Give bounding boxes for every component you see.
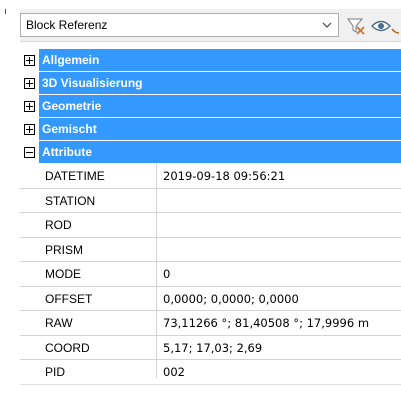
grid-bottom-divider	[20, 384, 401, 385]
row-gutter	[20, 335, 39, 359]
property-name: DATETIME	[39, 164, 157, 188]
collapse-minus-icon[interactable]	[24, 146, 35, 158]
property-row[interactable]: MODE 0	[20, 262, 401, 287]
category-allgemein[interactable]: Allgemein	[20, 49, 401, 72]
expand-plus-icon[interactable]	[24, 100, 35, 112]
category-gutter	[20, 141, 39, 163]
property-name: PID	[39, 360, 157, 378]
category-gutter	[20, 49, 39, 71]
property-value[interactable]: 0	[157, 262, 401, 286]
property-value[interactable]: 5,17; 17,03; 2,69	[157, 336, 401, 360]
category-gutter	[20, 95, 39, 117]
property-row[interactable]: ROD	[20, 213, 401, 238]
property-name: MODE	[39, 262, 157, 286]
row-gutter	[20, 213, 39, 237]
splitter-mark	[5, 9, 6, 14]
property-name: STATION	[39, 188, 157, 212]
row-gutter	[20, 164, 39, 188]
row-gutter	[20, 360, 39, 378]
properties-toolbar: Block Referenz	[20, 9, 401, 42]
property-grid: Allgemein 3D Visualisierung Geometrie Ge…	[20, 49, 401, 378]
row-gutter	[20, 311, 39, 335]
property-value[interactable]: 0,0000; 0,0000; 0,0000	[157, 287, 401, 311]
property-name: PRISM	[39, 237, 157, 261]
category-label: Attribute	[42, 145, 92, 159]
property-value[interactable]: 002	[157, 360, 401, 378]
property-row[interactable]: STATION	[20, 188, 401, 213]
category-label: 3D Visualisierung	[42, 76, 143, 90]
category-label: Geometrie	[42, 99, 102, 113]
category-label: Allgemein	[42, 53, 100, 67]
property-row[interactable]: DATETIME 2019-09-18 09:56:21	[20, 164, 401, 189]
chevron-down-icon[interactable]	[320, 17, 334, 33]
property-name: ROD	[39, 213, 157, 237]
property-value[interactable]	[157, 238, 401, 262]
expand-plus-icon[interactable]	[24, 123, 35, 135]
filter-icon[interactable]	[345, 15, 367, 37]
expand-plus-icon[interactable]	[24, 77, 35, 89]
property-name: OFFSET	[39, 286, 157, 310]
row-gutter	[20, 286, 39, 310]
property-value[interactable]	[157, 189, 401, 213]
category-gutter	[20, 72, 39, 94]
row-gutter	[20, 188, 39, 212]
properties-panel: Block Referenz Allgemein 3D Visualisieru…	[0, 0, 401, 417]
property-row[interactable]: PID 002	[20, 360, 401, 378]
object-type-dropdown[interactable]: Block Referenz	[20, 13, 339, 37]
property-value[interactable]: 73,11266 °; 81,40508 °; 17,9996 m	[157, 311, 401, 335]
category-gutter	[20, 118, 39, 140]
row-gutter	[20, 237, 39, 261]
expand-plus-icon[interactable]	[24, 54, 35, 66]
property-row[interactable]: OFFSET 0,0000; 0,0000; 0,0000	[20, 286, 401, 311]
property-name: COORD	[39, 335, 157, 359]
object-type-label: Block Referenz	[26, 18, 108, 32]
category-attribute[interactable]: Attribute	[20, 141, 401, 164]
category-geometrie[interactable]: Geometrie	[20, 95, 401, 118]
category-gemischt[interactable]: Gemischt	[20, 118, 401, 141]
property-value[interactable]: 2019-09-18 09:56:21	[157, 164, 401, 188]
row-gutter	[20, 262, 39, 286]
property-value[interactable]	[157, 213, 401, 237]
property-row[interactable]: RAW 73,11266 °; 81,40508 °; 17,9996 m	[20, 311, 401, 336]
category-label: Gemischt	[42, 122, 97, 136]
property-row[interactable]: COORD 5,17; 17,03; 2,69	[20, 335, 401, 360]
property-row[interactable]: PRISM	[20, 237, 401, 262]
eye-icon[interactable]	[370, 15, 401, 37]
property-name: RAW	[39, 311, 157, 335]
category-3d-visualisierung[interactable]: 3D Visualisierung	[20, 72, 401, 95]
